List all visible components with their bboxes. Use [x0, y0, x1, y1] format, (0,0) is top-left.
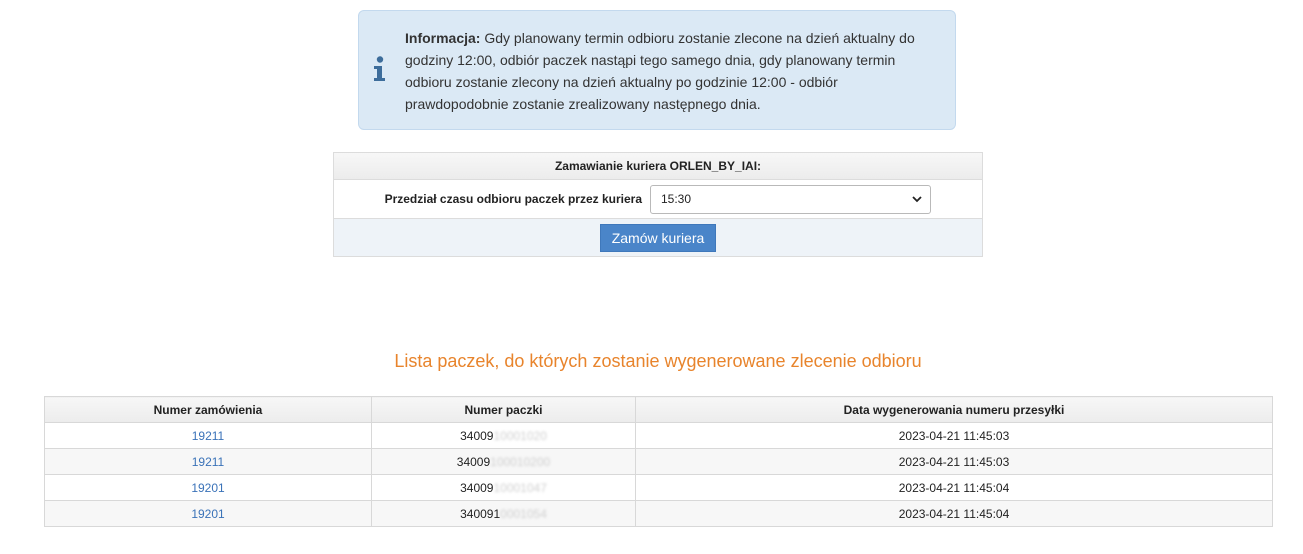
parcel-number-cell: 3400910001054 [371, 500, 636, 527]
info-notice: Informacja: Gdy planowany termin odbioru… [358, 10, 956, 130]
pickup-time-value: 15:30 [661, 192, 692, 206]
chevron-down-icon [912, 196, 922, 203]
courier-order-form: Zamawianie kuriera ORLEN_BY_IAI: Przedzi… [333, 152, 983, 257]
column-header-order-number: Numer zamówienia [44, 396, 372, 423]
parcel-number-prefix: 34009 [460, 428, 494, 443]
order-number-cell: 19201 [44, 474, 372, 501]
order-number-cell: 19211 [44, 448, 372, 475]
generated-date-cell: 2023-04-21 11:45:03 [635, 448, 1273, 475]
table-row: 19201 3400910001047 2023-04-21 11:45:04 [44, 474, 1273, 501]
info-text: Informacja: Gdy planowany termin odbioru… [405, 27, 945, 115]
courier-order-page: Informacja: Gdy planowany termin odbioru… [0, 0, 1303, 554]
order-number-cell: 19211 [44, 422, 372, 449]
order-link[interactable]: 19211 [192, 455, 224, 469]
parcel-number-masked: 0001054 [500, 506, 547, 521]
parcel-number-prefix: 34009 [456, 454, 491, 469]
order-link[interactable]: 19211 [192, 429, 224, 443]
info-lead: Informacja: [405, 30, 481, 46]
pickup-time-label: Przedział czasu odbioru paczek przez kur… [384, 192, 642, 206]
generated-date-cell: 2023-04-21 11:45:03 [635, 422, 1273, 449]
column-header-parcel-number: Numer paczki [371, 396, 636, 423]
table-row: 19211 34009100010200 2023-04-21 11:45:03 [44, 448, 1273, 475]
generated-date-cell: 2023-04-21 11:45:04 [635, 474, 1273, 501]
pickup-time-select[interactable]: 15:30 [650, 185, 931, 214]
courier-form-footer: Zamów kuriera [334, 219, 982, 256]
pickup-time-row: Przedział czasu odbioru paczek przez kur… [334, 180, 982, 219]
info-body: Gdy planowany termin odbioru zostanie zl… [405, 30, 915, 112]
parcel-number-prefix: 34009 [460, 480, 494, 495]
table-header-row: Numer zamówienia Numer paczki Data wygen… [44, 396, 1273, 423]
parcel-number-prefix: 340091 [460, 506, 501, 521]
parcel-table: Numer zamówienia Numer paczki Data wygen… [44, 396, 1273, 527]
parcel-number-cell: 34009100010200 [371, 448, 636, 475]
order-link[interactable]: 19201 [191, 507, 224, 521]
parcel-number-cell: 3400910001047 [371, 474, 636, 501]
parcel-number-cell: 3400910001020 [371, 422, 636, 449]
table-row: 19211 3400910001020 2023-04-21 11:45:03 [44, 422, 1273, 449]
parcel-number-masked: 10001020 [493, 428, 547, 443]
column-header-generated-date: Data wygenerowania numeru przesyłki [635, 396, 1273, 423]
parcel-number-masked: 10001047 [493, 480, 547, 495]
courier-form-title: Zamawianie kuriera ORLEN_BY_IAI: [334, 153, 982, 180]
info-icon [374, 56, 385, 81]
parcel-number-masked: 100010200 [490, 454, 551, 469]
parcel-list-heading: Lista paczek, do których zostanie wygene… [394, 351, 922, 371]
order-number-cell: 19201 [44, 500, 372, 527]
order-courier-button[interactable]: Zamów kuriera [600, 224, 716, 252]
generated-date-cell: 2023-04-21 11:45:04 [635, 500, 1273, 527]
table-row: 19201 3400910001054 2023-04-21 11:45:04 [44, 500, 1273, 527]
order-link[interactable]: 19201 [191, 481, 224, 495]
